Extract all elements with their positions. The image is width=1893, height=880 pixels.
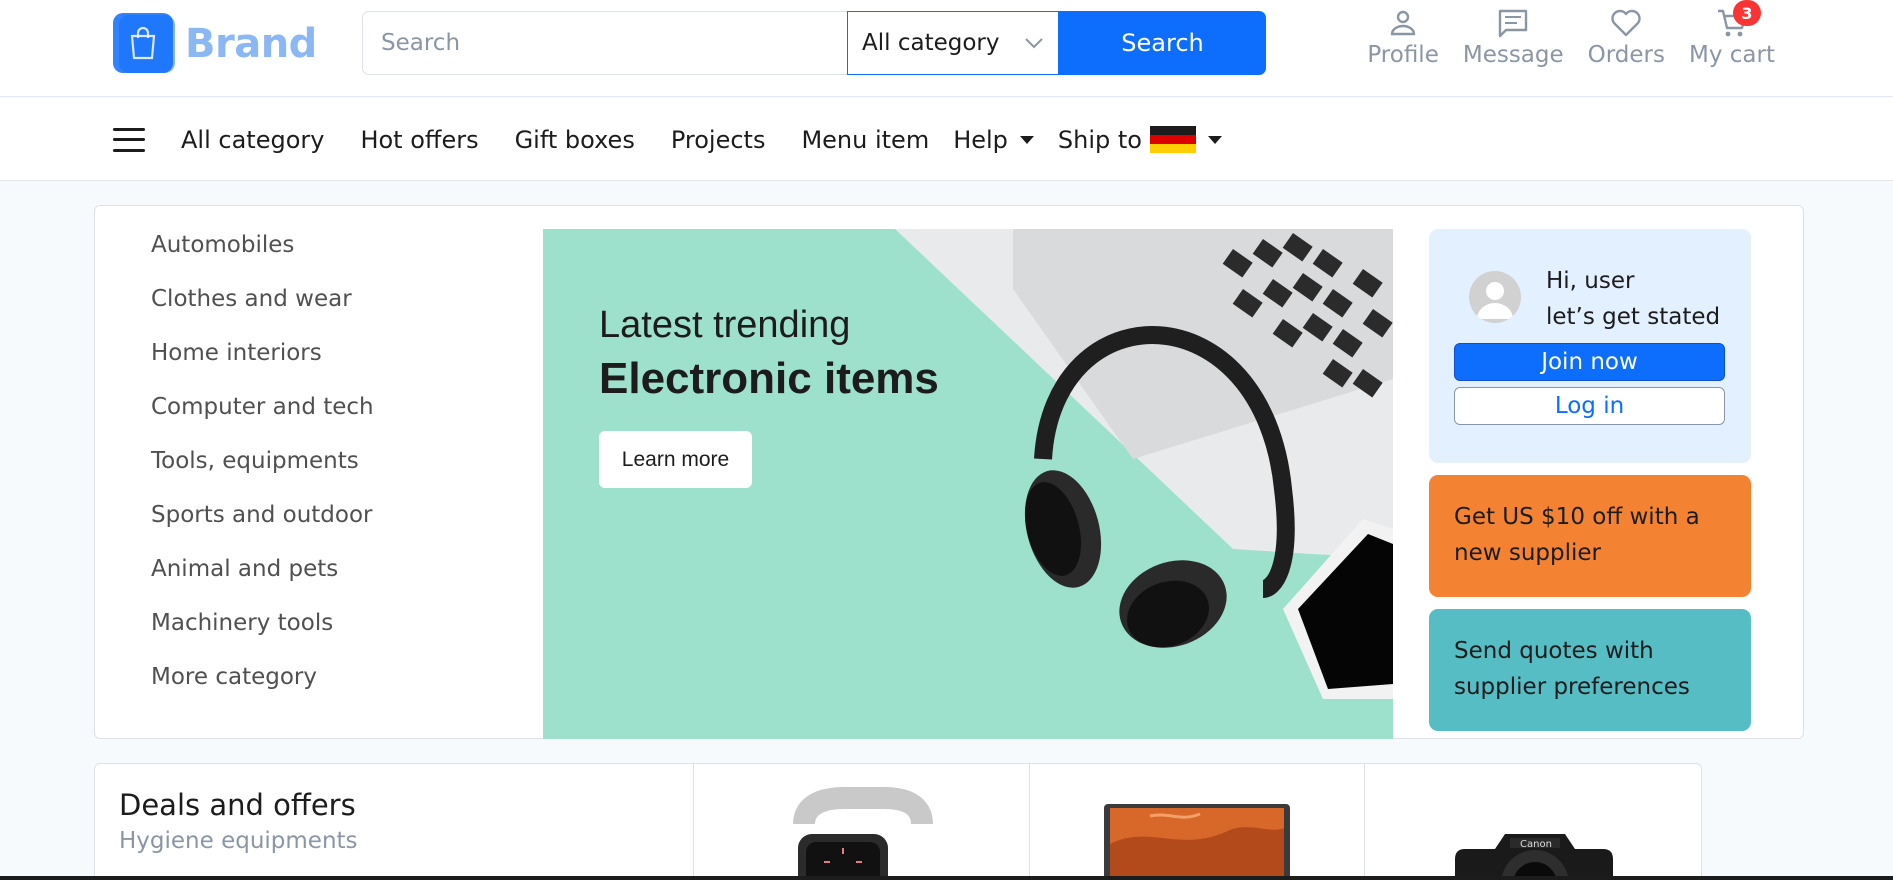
profile-label: Profile (1367, 42, 1439, 68)
promo-supplier-discount[interactable]: Get US $10 off with a new supplier (1429, 475, 1751, 597)
nav-hot-offers[interactable]: Hot offers (360, 126, 478, 154)
menu-icon[interactable] (113, 127, 145, 152)
brand-logo-link[interactable]: Brand (113, 13, 317, 75)
header-actions: Profile Message Orders My cart 3 (1367, 0, 1775, 68)
deals-header: Deals and offers Hygiene equipments (95, 764, 695, 880)
search-button[interactable]: Search (1059, 11, 1266, 75)
category-item[interactable]: Home interiors (95, 326, 515, 380)
deal-item-camera[interactable]: Canon (1365, 764, 1701, 880)
cart-label: My cart (1689, 42, 1775, 68)
category-item[interactable]: More category (95, 650, 515, 704)
avatar (1469, 271, 1521, 323)
deals-section: Deals and offers Hygiene equipments Cano… (94, 763, 1702, 880)
category-select-value: All category (862, 30, 1000, 56)
nav-menu-item[interactable]: Menu item (801, 126, 929, 154)
hero-banner: Latest trending Electronic items Learn m… (543, 229, 1393, 739)
nav-ship-to-dropdown[interactable]: Ship to (1058, 126, 1222, 154)
top-header: Brand All category Search Profile Messag… (0, 0, 1893, 97)
brand-name: Brand (185, 21, 317, 67)
germany-flag-icon (1150, 126, 1196, 153)
user-card: Hi, user let’s get stated Join now Log i… (1429, 229, 1751, 463)
search-bar: All category Search (362, 11, 1266, 75)
laptop-image (1103, 804, 1290, 880)
log-in-button[interactable]: Log in (1454, 387, 1725, 425)
category-item[interactable]: Sports and outdoor (95, 488, 515, 542)
cart-count-badge: 3 (1733, 0, 1761, 26)
nav-help-label: Help (953, 125, 1008, 154)
message-label: Message (1462, 42, 1564, 68)
hero-section: Automobiles Clothes and wear Home interi… (94, 205, 1804, 739)
heart-icon (1611, 9, 1642, 37)
learn-more-button[interactable]: Learn more (599, 431, 752, 488)
category-item[interactable]: Animal and pets (95, 542, 515, 596)
category-item[interactable]: Machinery tools (95, 596, 515, 650)
category-select[interactable]: All category (847, 11, 1059, 75)
shopping-bag-icon (113, 13, 175, 75)
category-item[interactable]: Tools, equipments (95, 434, 515, 488)
banner-subtitle: Latest trending (599, 304, 851, 346)
smartwatch-image (793, 787, 934, 880)
nav-gift-boxes[interactable]: Gift boxes (515, 126, 635, 154)
join-now-button[interactable]: Join now (1454, 343, 1725, 381)
profile-link[interactable]: Profile (1367, 6, 1439, 68)
deal-item-laptop[interactable] (1030, 764, 1366, 880)
svg-text:Canon: Canon (1520, 839, 1552, 850)
chevron-down-icon (1025, 38, 1043, 49)
user-icon (1390, 10, 1416, 36)
greeting-line-2: let’s get stated (1546, 304, 1721, 330)
category-list: Automobiles Clothes and wear Home interi… (95, 218, 515, 704)
caret-down-icon (1019, 135, 1034, 144)
message-icon (1499, 9, 1528, 38)
cart-link[interactable]: My cart 3 (1689, 0, 1775, 68)
window-bottom-edge (0, 876, 1893, 880)
deal-item-smartwatch[interactable] (694, 764, 1030, 880)
nav-all-category[interactable]: All category (181, 126, 324, 154)
caret-down-icon (1208, 135, 1222, 144)
camera-image: Canon (1455, 834, 1614, 880)
deals-subtitle: Hygiene equipments (119, 828, 358, 854)
search-input[interactable] (362, 11, 847, 75)
nav-help-dropdown[interactable]: Help (953, 126, 1034, 154)
nav-projects[interactable]: Projects (671, 126, 766, 154)
main-nav: All category Hot offers Gift boxes Proje… (0, 98, 1893, 181)
user-greeting: Hi, user let’s get stated (1546, 263, 1720, 335)
orders-label: Orders (1587, 42, 1666, 68)
category-item[interactable]: Automobiles (95, 218, 515, 272)
nav-ship-to-label: Ship to (1057, 125, 1142, 154)
message-link[interactable]: Message (1463, 6, 1564, 68)
category-item[interactable]: Clothes and wear (95, 272, 515, 326)
category-item[interactable]: Computer and tech (95, 380, 515, 434)
deals-title: Deals and offers (119, 788, 356, 822)
greeting-line-1: Hi, user (1546, 268, 1635, 294)
promo-send-quotes[interactable]: Send quotes with supplier preferences (1429, 609, 1751, 731)
orders-link[interactable]: Orders (1588, 6, 1665, 68)
banner-title: Electronic items (599, 354, 939, 403)
